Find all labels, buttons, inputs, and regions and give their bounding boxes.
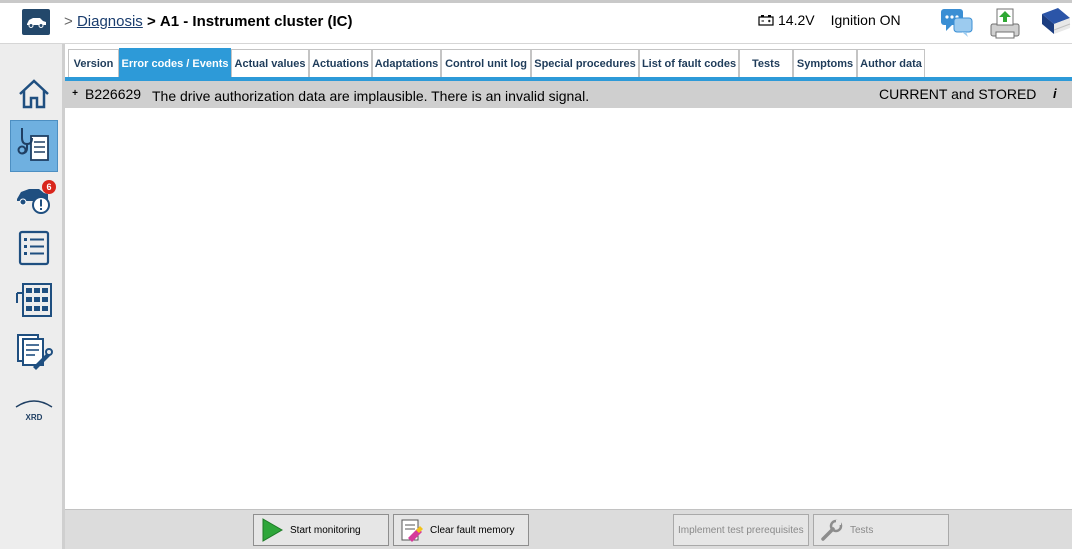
clear-fault-memory-button[interactable]: Clear fault memory xyxy=(393,514,529,546)
fault-description: The drive authorization data are implaus… xyxy=(152,88,590,104)
ignition-status: Ignition ON xyxy=(830,12,901,28)
home-icon xyxy=(17,77,51,116)
info-icon[interactable]: i xyxy=(1053,86,1057,101)
list-icon xyxy=(18,230,50,271)
implement-test-prerequisites-button[interactable]: Implement test prerequisites xyxy=(673,514,809,546)
sidebar-item-xrd[interactable]: XRD xyxy=(10,384,58,432)
tests-label: Tests xyxy=(850,524,874,536)
breadcrumb-current: A1 - Instrument cluster (IC) xyxy=(159,13,353,30)
tab-error-codes-events[interactable]: Error codes / Events xyxy=(119,48,231,79)
app-window: > Diagnosis > A1 - Instrument cluster (I… xyxy=(0,0,1072,549)
start-monitoring-button[interactable]: Start monitoring xyxy=(253,514,389,546)
documents-tools-icon xyxy=(15,333,53,376)
battery-icon xyxy=(758,14,774,26)
fault-row[interactable]: + B226629 The drive authorization data a… xyxy=(65,81,1072,108)
tab-symptoms[interactable]: Symptoms xyxy=(793,49,857,78)
clear-fault-memory-label: Clear fault memory xyxy=(430,524,515,536)
wrench-icon xyxy=(820,518,844,542)
tabs: Version Error codes / Events Actual valu… xyxy=(68,48,925,79)
tab-special-procedures[interactable]: Special procedures xyxy=(531,49,639,78)
printer-update-icon[interactable] xyxy=(988,6,1022,39)
sidebar-item-documents-tools[interactable] xyxy=(10,330,58,378)
play-icon xyxy=(260,518,284,542)
tab-adaptations[interactable]: Adaptations xyxy=(372,49,441,78)
tab-tests[interactable]: Tests xyxy=(739,49,793,78)
tab-bar: Version Error codes / Events Actual valu… xyxy=(65,44,1072,81)
diagnosis-icon xyxy=(16,124,52,169)
fault-status: CURRENT and STORED xyxy=(879,86,1037,102)
sidebar-item-network[interactable] xyxy=(10,278,58,326)
implement-test-prerequisites-label: Implement test prerequisites xyxy=(678,524,804,536)
tab-actuations[interactable]: Actuations xyxy=(309,49,372,78)
tab-list-of-fault-codes[interactable]: List of fault codes xyxy=(639,49,739,78)
tab-author-data[interactable]: Author data xyxy=(857,49,925,78)
bottom-action-bar: Start monitoring Clear fault memory Impl… xyxy=(65,509,1072,549)
start-monitoring-label: Start monitoring xyxy=(290,524,361,536)
sidebar-item-list[interactable] xyxy=(10,226,58,274)
vehicle-status: 14.2V Ignition ON xyxy=(758,12,901,28)
xrd-label: XRD xyxy=(25,412,43,422)
breadcrumb: > Diagnosis > A1 - Instrument cluster (I… xyxy=(64,13,352,30)
top-header: > Diagnosis > A1 - Instrument cluster (I… xyxy=(0,0,1072,44)
manual-book-icon[interactable] xyxy=(1038,6,1072,38)
tab-actual-values[interactable]: Actual values xyxy=(231,49,309,78)
fault-list-panel: + B226629 The drive authorization data a… xyxy=(65,81,1072,509)
sidebar-item-vehicle-faults[interactable]: 6 xyxy=(10,176,58,224)
fault-count-badge: 6 xyxy=(42,180,56,194)
breadcrumb-separator: > xyxy=(64,13,73,30)
sidebar-item-home[interactable] xyxy=(10,72,58,120)
left-sidebar: 6 XRD xyxy=(0,44,65,549)
network-icon xyxy=(15,281,53,324)
breadcrumb-separator: > xyxy=(146,13,156,30)
expand-icon[interactable]: + xyxy=(70,89,80,99)
vehicle-icon[interactable] xyxy=(22,9,50,35)
chat-icon[interactable] xyxy=(940,6,974,38)
breadcrumb-link-diagnosis[interactable]: Diagnosis xyxy=(77,13,143,30)
header-top-border xyxy=(0,0,1072,3)
sidebar-item-diagnosis[interactable] xyxy=(10,120,58,172)
tab-version[interactable]: Version xyxy=(68,49,119,78)
fault-code: B226629 xyxy=(85,86,142,102)
xrd-icon xyxy=(14,395,54,413)
clear-memory-icon xyxy=(400,518,424,542)
tests-button[interactable]: Tests xyxy=(813,514,949,546)
tab-control-unit-log[interactable]: Control unit log xyxy=(441,49,531,78)
voltage-value: 14.2V xyxy=(778,12,815,28)
